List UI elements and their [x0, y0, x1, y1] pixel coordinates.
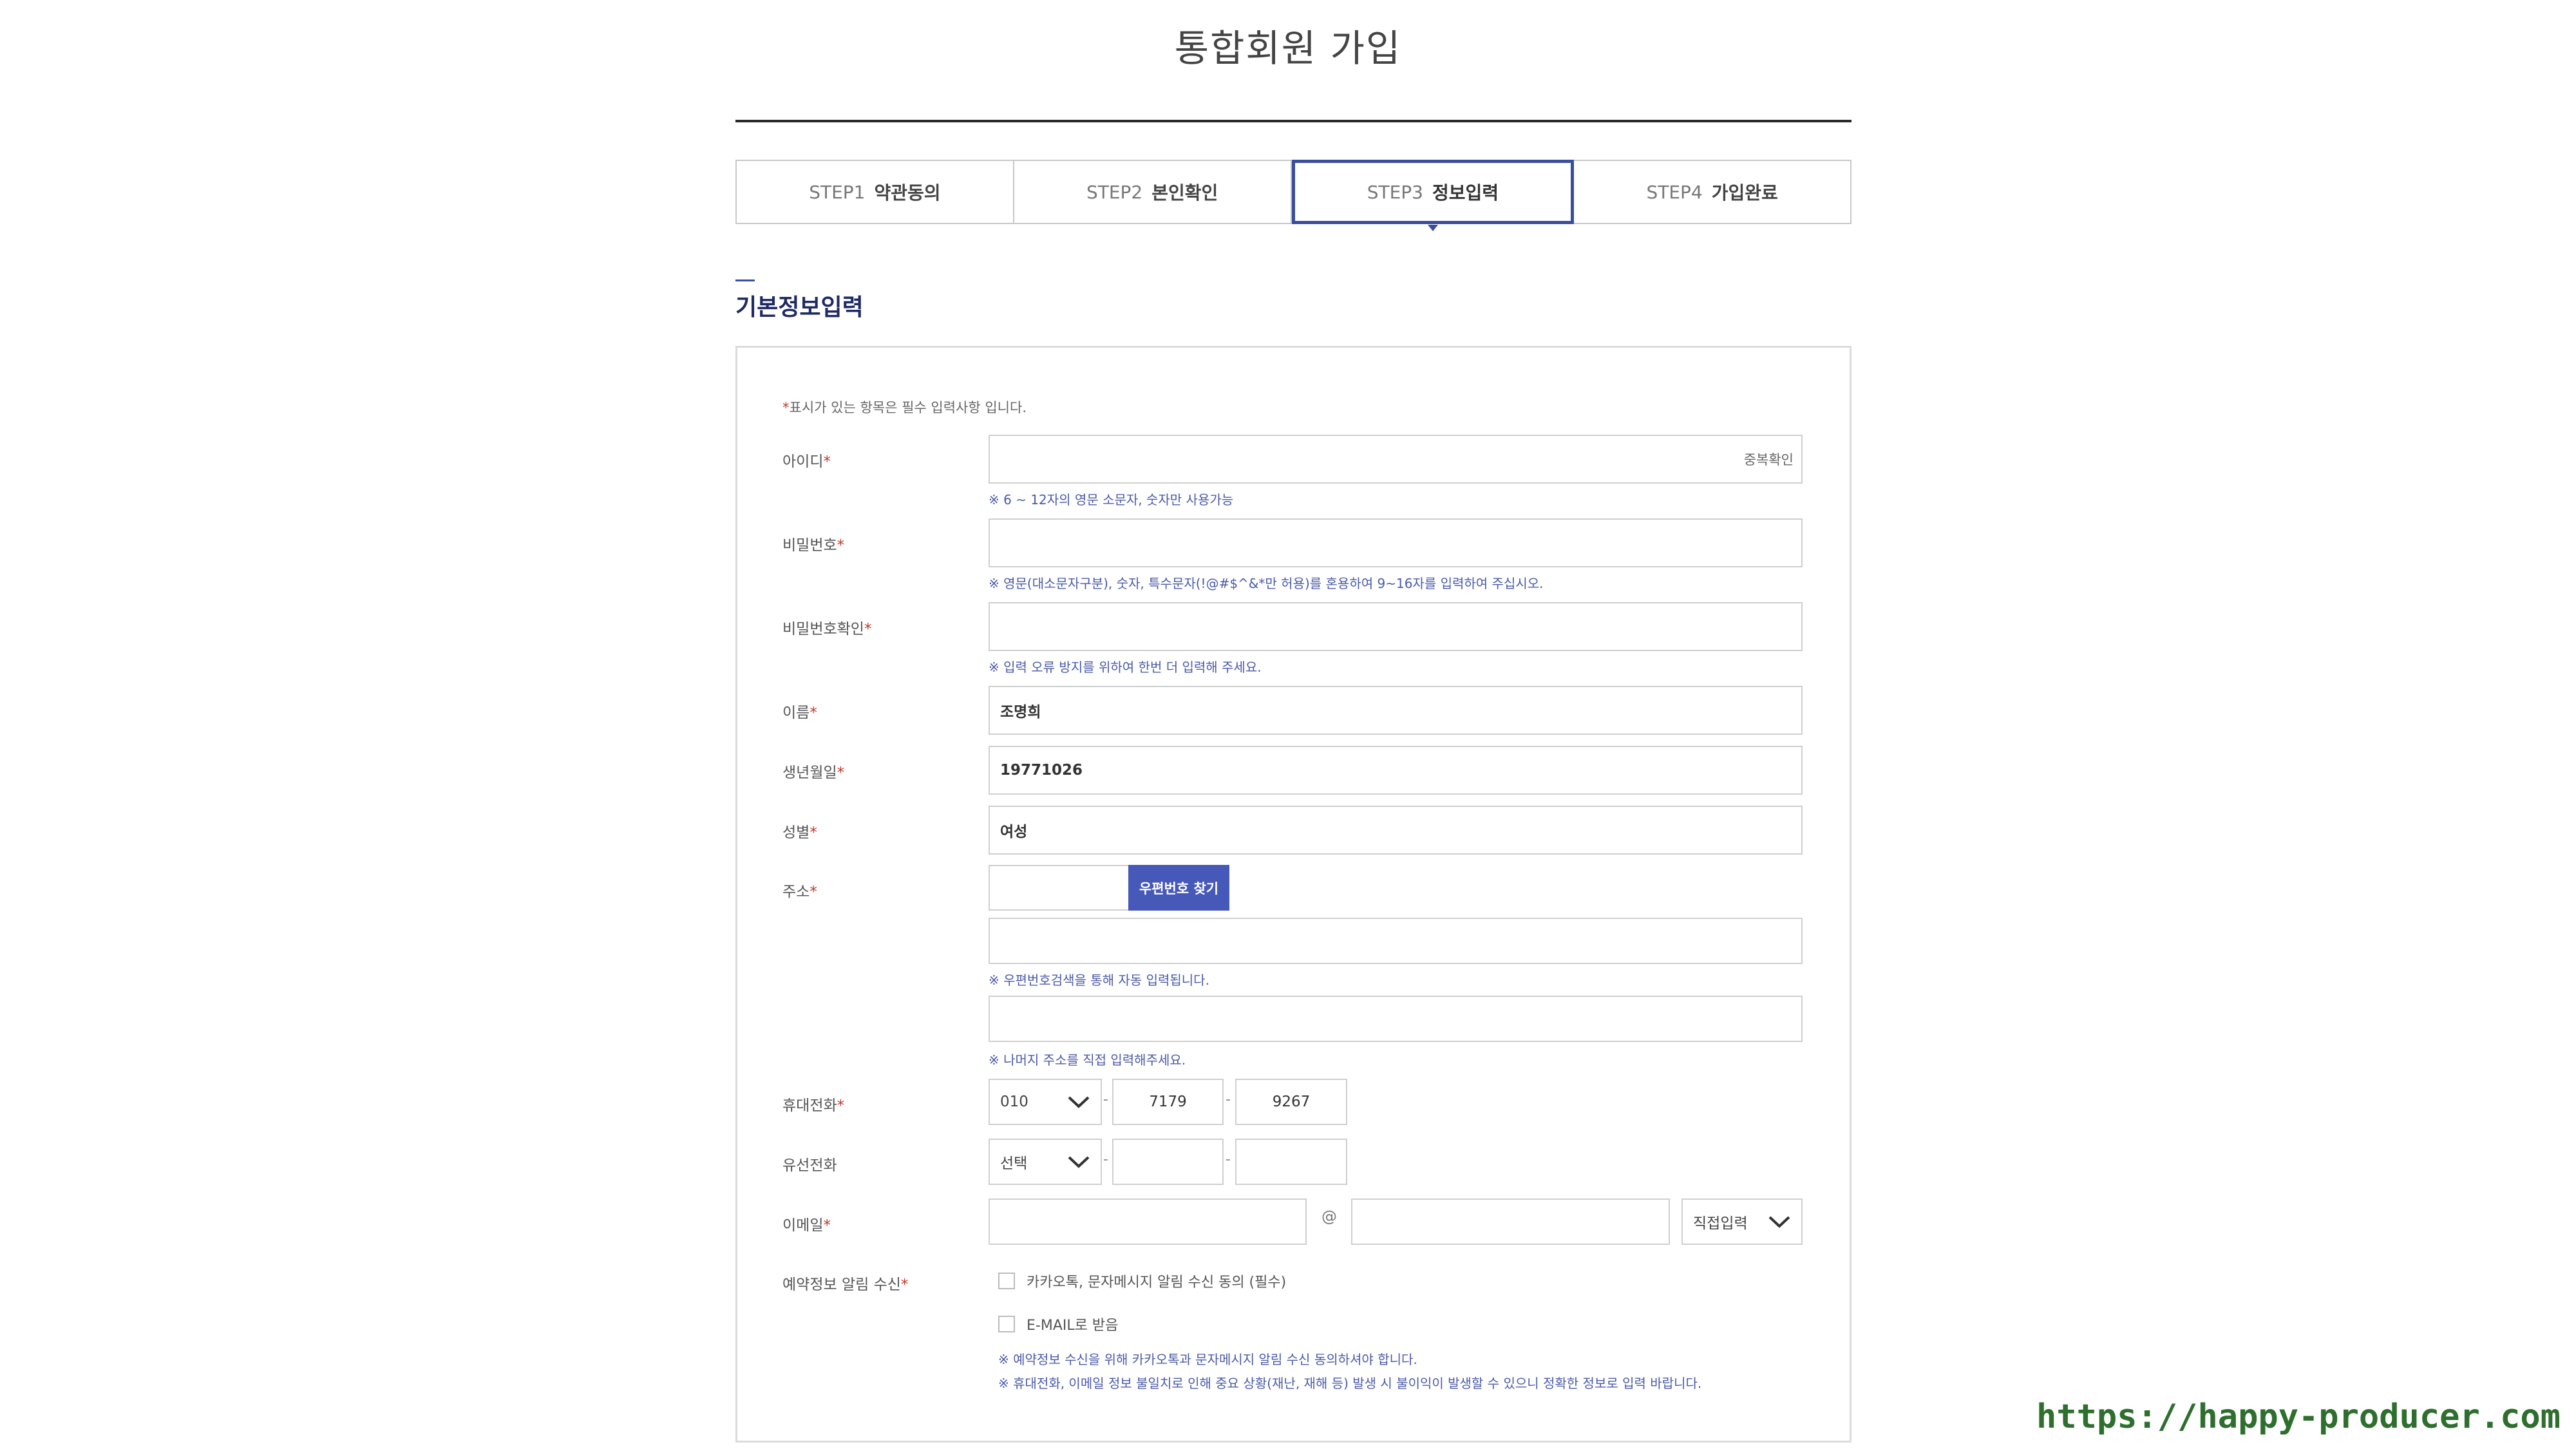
kakao-sms-checkbox[interactable] [998, 1273, 1015, 1289]
id-label-text: 아이디 [782, 453, 824, 470]
find-zipcode-button[interactable]: 우편번호 찾기 [1128, 865, 1229, 911]
step-2-num: STEP2 [1086, 181, 1143, 203]
duplicate-check-button[interactable]: 중복확인 [1744, 436, 1794, 482]
required-mark: * [823, 453, 831, 470]
required-mark: * [837, 537, 845, 554]
required-mark: * [782, 400, 790, 415]
id-hint: ※ 6 ~ 12자의 영문 소문자, 숫자만 사용가능 [989, 492, 1234, 507]
step-1-num: STEP1 [809, 181, 866, 203]
step-3-num: STEP3 [1367, 181, 1423, 203]
email-label: 이메일* [782, 1213, 831, 1235]
landline-last-input[interactable] [1235, 1139, 1347, 1185]
address2-input[interactable] [989, 996, 1803, 1042]
step-3-label: 정보입력 [1432, 182, 1499, 204]
password-confirm-label-text: 비밀번호확인 [782, 621, 864, 638]
landline-dash-1: - [1103, 1151, 1108, 1168]
required-note-text: 표시가 있는 항목은 필수 입력사항 입니다. [789, 400, 1027, 415]
chevron-down-icon [1068, 1156, 1090, 1168]
id-label: 아이디* [782, 449, 831, 471]
email-domain-select-value: 직접입력 [1693, 1215, 1748, 1232]
notify-hint-1: ※ 예약정보 수신을 위해 카카오톡과 문자메시지 알림 수신 동의하셔야 합니… [998, 1352, 1417, 1367]
mobile-last-input[interactable]: 9267 [1235, 1079, 1347, 1125]
required-mark: * [837, 1097, 845, 1114]
password-confirm-label: 비밀번호확인* [782, 616, 871, 638]
address-label: 주소* [782, 879, 817, 901]
step-2-label: 본인확인 [1151, 182, 1218, 204]
kakao-sms-consent-label: 카카오톡, 문자메시지 알림 수신 동의 (필수) [1027, 1274, 1287, 1291]
required-mark: * [837, 764, 845, 781]
notify-label: 예약정보 알림 수신* [782, 1272, 908, 1294]
watermark-text: https://happy-producer.com [2036, 1397, 2561, 1436]
required-mark: * [864, 621, 872, 638]
mobile-mid-input[interactable]: 7179 [1112, 1079, 1224, 1125]
email-consent-label: E-MAIL로 받음 [1027, 1318, 1119, 1334]
mobile-prefix-value: 010 [1000, 1094, 1028, 1110]
birth-input[interactable]: 19771026 [989, 746, 1803, 795]
step-indicator: STEP1 약관동의 STEP2 본인확인 STEP3 정보입력 STEP4 가… [735, 160, 1852, 231]
address-label-text: 주소 [782, 884, 810, 900]
birth-label: 생년월일* [782, 760, 844, 782]
name-label-text: 이름 [782, 705, 810, 721]
email-consent[interactable]: E-MAIL로 받음 [998, 1314, 1118, 1334]
required-mark: * [823, 1217, 831, 1234]
step-1-label: 약관동의 [874, 182, 941, 204]
required-mark: * [810, 705, 817, 721]
page-title: 통합회원 가입 [1174, 26, 1402, 70]
email-domain-input[interactable] [1351, 1198, 1670, 1245]
address1-hint: ※ 우편번호검색을 통해 자동 입력됩니다. [989, 972, 1209, 988]
notify-label-text: 예약정보 알림 수신 [782, 1276, 901, 1293]
email-label-text: 이메일 [782, 1217, 824, 1234]
required-mark: * [810, 824, 817, 841]
notify-hint-2: ※ 휴대전화, 이메일 정보 불일치로 인해 중요 상황(재난, 재해 등) 발… [998, 1376, 1702, 1391]
password-label-text: 비밀번호 [782, 537, 837, 554]
gender-label: 성별* [782, 820, 817, 842]
section-accent-bar [735, 279, 755, 281]
password-confirm-input[interactable] [989, 602, 1803, 651]
mobile-label: 휴대전화* [782, 1093, 844, 1115]
email-domain-select[interactable]: 직접입력 [1681, 1198, 1803, 1245]
step-3-active: STEP3 정보입력 [1291, 160, 1575, 231]
section-title: 기본정보입력 [735, 294, 864, 321]
landline-prefix-value: 선택 [1000, 1155, 1028, 1172]
email-checkbox[interactable] [998, 1316, 1015, 1332]
password-confirm-hint: ※ 입력 오류 방지를 위하여 한번 더 입력해 주세요. [989, 659, 1262, 675]
mobile-prefix-select[interactable]: 010 [989, 1079, 1102, 1125]
address2-hint: ※ 나머지 주소를 직접 입력해주세요. [989, 1052, 1186, 1068]
required-mark: * [900, 1276, 909, 1293]
name-input[interactable]: 조명희 [989, 686, 1803, 735]
step-4-label: 가입완료 [1711, 182, 1778, 204]
step-4-num: STEP4 [1646, 181, 1703, 203]
zipcode-input[interactable] [989, 865, 1130, 911]
step-2: STEP2 본인확인 [1014, 161, 1292, 223]
required-mark: * [810, 884, 817, 900]
address1-input[interactable] [989, 918, 1803, 964]
password-input[interactable] [989, 518, 1803, 567]
kakao-sms-consent[interactable]: 카카오톡, 문자메시지 알림 수신 동의 (필수) [998, 1271, 1286, 1291]
email-at-sign: @ [1321, 1208, 1337, 1226]
id-input[interactable]: 중복확인 [989, 435, 1803, 484]
required-note: *표시가 있는 항목은 필수 입력사항 입니다. [782, 397, 1027, 417]
landline-prefix-select[interactable]: 선택 [989, 1139, 1102, 1185]
landline-dash-2: - [1226, 1151, 1231, 1168]
step-1: STEP1 약관동의 [737, 161, 1014, 223]
mobile-dash-1: - [1103, 1092, 1108, 1108]
mobile-dash-2: - [1226, 1092, 1231, 1108]
password-hint: ※ 영문(대소문자구분), 숫자, 특수문자(!@#$^&*만 허용)를 혼용하… [989, 576, 1544, 591]
password-label: 비밀번호* [782, 533, 844, 554]
title-divider [735, 120, 1852, 122]
gender-label-text: 성별 [782, 824, 810, 841]
chevron-down-icon [1068, 1096, 1090, 1108]
step-4: STEP4 가입완료 [1574, 161, 1850, 223]
chevron-down-icon [1768, 1216, 1790, 1228]
landline-label: 유선전화 [782, 1157, 837, 1174]
email-local-input[interactable] [989, 1198, 1307, 1245]
mobile-label-text: 휴대전화 [782, 1097, 837, 1114]
name-label: 이름* [782, 700, 817, 722]
birth-label-text: 생년월일 [782, 764, 837, 781]
landline-mid-input[interactable] [1112, 1139, 1224, 1185]
gender-input[interactable]: 여성 [989, 806, 1803, 855]
